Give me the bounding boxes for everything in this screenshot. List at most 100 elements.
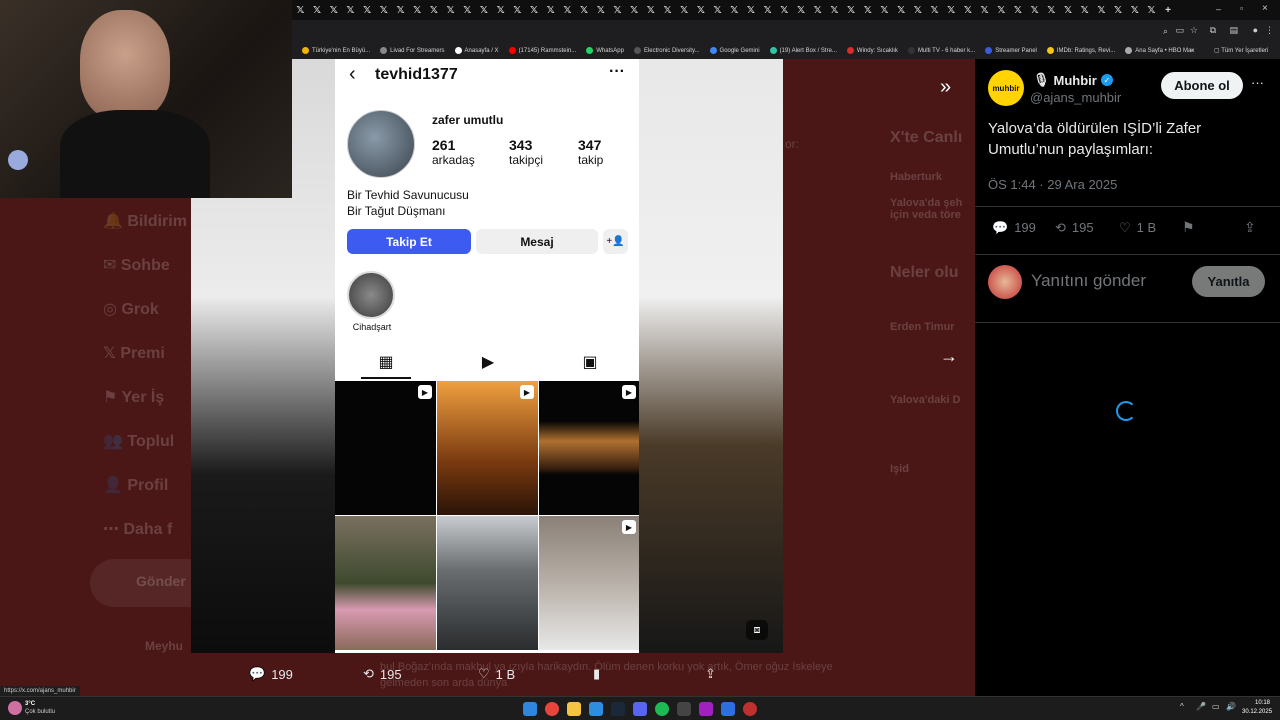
- browser-tab-x[interactable]: 𝕏: [876, 0, 893, 20]
- browser-tab-x[interactable]: 𝕏: [676, 0, 693, 20]
- browser-tab-x[interactable]: 𝕏: [292, 0, 309, 20]
- collapse-panel-icon[interactable]: »: [940, 76, 951, 99]
- clock-time[interactable]: 10:18: [1255, 700, 1270, 706]
- browser-tab-x[interactable]: 𝕏: [626, 0, 643, 20]
- subscribe-button[interactable]: Abone ol: [1161, 72, 1243, 99]
- steam-icon[interactable]: [611, 702, 625, 716]
- browser-tab-x[interactable]: 𝕏: [693, 0, 710, 20]
- reply-input[interactable]: Yanıtını gönder: [1031, 271, 1146, 291]
- browser-tab-x[interactable]: 𝕏: [776, 0, 793, 20]
- browser-tab-x[interactable]: 𝕏: [476, 0, 493, 20]
- browser-tab-x[interactable]: 𝕏: [826, 0, 843, 20]
- browser-tab-x[interactable]: 𝕏: [509, 0, 526, 20]
- browser-tab-x[interactable]: 𝕏: [409, 0, 426, 20]
- browser-tab-x[interactable]: 𝕏: [893, 0, 910, 20]
- browser-tab-x[interactable]: 𝕏: [809, 0, 826, 20]
- browser-tab-x[interactable]: 𝕏: [843, 0, 860, 20]
- bookmark-item[interactable]: WhatsApp: [586, 47, 624, 54]
- reply-submit-button[interactable]: Yanıtla: [1192, 266, 1265, 297]
- bookmark-item[interactable]: Türkiye'nin En Büyü...: [302, 47, 370, 54]
- browser-tab-x[interactable]: 𝕏: [642, 0, 659, 20]
- chrome-icon[interactable]: [545, 702, 559, 716]
- browser-tab-x[interactable]: 𝕏: [375, 0, 392, 20]
- more-options-icon[interactable]: ···: [1251, 75, 1264, 90]
- browser-tab-x[interactable]: 𝕏: [909, 0, 926, 20]
- edge-icon[interactable]: [589, 702, 603, 716]
- minimize-icon[interactable]: –: [1216, 4, 1221, 14]
- browser-tab-x[interactable]: 𝕏: [542, 0, 559, 20]
- all-bookmarks-link[interactable]: ▢ Tüm Yer İşaretleri: [1214, 47, 1268, 54]
- browser-tab-x[interactable]: 𝕏: [759, 0, 776, 20]
- bookmark-item[interactable]: Multi TV - 6 haber k...: [907, 47, 975, 54]
- author-handle[interactable]: @ajans_muhbir: [1030, 90, 1121, 105]
- bookmark-item[interactable]: Windy: Sıcaklık: [846, 47, 898, 54]
- file-explorer-icon[interactable]: [567, 702, 581, 716]
- tweet-repost-button[interactable]: ⟲ 195: [1055, 220, 1094, 236]
- network-icon[interactable]: ▭: [1212, 702, 1220, 711]
- app-icon[interactable]: [721, 702, 735, 716]
- browser-tab-x[interactable]: 𝕏: [1076, 0, 1093, 20]
- browser-tab-x[interactable]: 𝕏: [342, 0, 359, 20]
- spotify-icon[interactable]: [655, 702, 669, 716]
- browser-tab-x[interactable]: 𝕏: [1026, 0, 1043, 20]
- browser-tab-x[interactable]: 𝕏: [943, 0, 960, 20]
- browser-tab-x[interactable]: 𝕏: [559, 0, 576, 20]
- browser-tab-x[interactable]: 𝕏: [392, 0, 409, 20]
- browser-tab-x[interactable]: 𝕏: [359, 0, 376, 20]
- bookmark-item[interactable]: Anasayfa / X: [454, 47, 499, 54]
- author-name-row[interactable]: 🎙 Muhbir ✓: [1033, 72, 1113, 88]
- browser-tab-x[interactable]: 𝕏: [976, 0, 993, 20]
- browser-tab-x[interactable]: 𝕏: [960, 0, 977, 20]
- browser-tab-x[interactable]: 𝕏: [926, 0, 943, 20]
- discord-icon[interactable]: [633, 702, 647, 716]
- extensions-icon[interactable]: ⧉: [1210, 25, 1216, 36]
- bookmark-item[interactable]: Streamer Panel: [985, 47, 1037, 54]
- new-tab-button[interactable]: +: [1160, 0, 1177, 20]
- browser-tab-x[interactable]: 𝕏: [609, 0, 626, 20]
- bookmark-icon[interactable]: ⚑: [1182, 219, 1195, 236]
- browser-tab-x[interactable]: 𝕏: [709, 0, 726, 20]
- browser-tab-x[interactable]: 𝕏: [859, 0, 876, 20]
- start-icon[interactable]: [523, 702, 537, 716]
- browser-tab-x[interactable]: 𝕏: [325, 0, 342, 20]
- browser-tab-x[interactable]: 𝕏: [726, 0, 743, 20]
- browser-tab-x[interactable]: 𝕏: [459, 0, 476, 20]
- tweet-timestamp[interactable]: ÖS 1:44 · 29 Ara 2025: [988, 177, 1117, 192]
- browser-tab-x[interactable]: 𝕏: [1010, 0, 1027, 20]
- bookmark-item[interactable]: Electronic Diversity...: [633, 47, 700, 54]
- media-analytics-button[interactable]: ▮: [593, 666, 600, 682]
- bookmark-item[interactable]: (19) Alert Box / Stre...: [769, 47, 837, 54]
- close-icon[interactable]: ×: [1262, 3, 1268, 14]
- mic-tray-icon[interactable]: 🎤: [1196, 702, 1206, 711]
- bookmark-item[interactable]: (17145) Rammstein...: [508, 47, 576, 54]
- tweet-like-button[interactable]: ♡ 1 B: [1119, 220, 1156, 236]
- obs-icon[interactable]: [743, 702, 757, 716]
- zoom-icon[interactable]: ⌕: [1163, 26, 1168, 37]
- browser-tab-x[interactable]: 𝕏: [426, 0, 443, 20]
- author-avatar[interactable]: muhbir: [988, 70, 1024, 106]
- media-repost-button[interactable]: ⟲ 195: [363, 666, 402, 682]
- browser-tab-x[interactable]: 𝕏: [1126, 0, 1143, 20]
- bookmark-item[interactable]: Livad For Streamers: [380, 47, 445, 54]
- tray-chevron-icon[interactable]: ^: [1180, 702, 1184, 711]
- bookmark-item[interactable]: Ana Sayfa • HBO Max: [1125, 47, 1194, 54]
- browser-tab-x[interactable]: 𝕏: [1093, 0, 1110, 20]
- bookmark-item[interactable]: IMDb: Ratings, Revi...: [1046, 47, 1115, 54]
- browser-tab-x[interactable]: 𝕏: [1060, 0, 1077, 20]
- tweet-reply-button[interactable]: 💬 199: [992, 220, 1036, 236]
- menu-icon[interactable]: ⋮: [1265, 25, 1274, 36]
- cast-icon[interactable]: ▭: [1175, 25, 1184, 36]
- browser-tab-x[interactable]: 𝕏: [309, 0, 326, 20]
- clock-date[interactable]: 30.12.2025: [1242, 709, 1272, 715]
- media-like-button[interactable]: ♡ 1 B: [478, 666, 515, 682]
- browser-tab-x[interactable]: 𝕏: [526, 0, 543, 20]
- kick-icon[interactable]: [699, 702, 713, 716]
- browser-tab-x[interactable]: 𝕏: [442, 0, 459, 20]
- browser-tab-x[interactable]: 𝕏: [1110, 0, 1127, 20]
- browser-tab-x[interactable]: 𝕏: [793, 0, 810, 20]
- media-reply-button[interactable]: 💬 199: [249, 666, 293, 682]
- browser-tab-x[interactable]: 𝕏: [659, 0, 676, 20]
- next-media-icon[interactable]: →: [940, 346, 958, 367]
- profile-icon[interactable]: ●: [1253, 25, 1258, 35]
- browser-tab-x[interactable]: 𝕏: [1143, 0, 1160, 20]
